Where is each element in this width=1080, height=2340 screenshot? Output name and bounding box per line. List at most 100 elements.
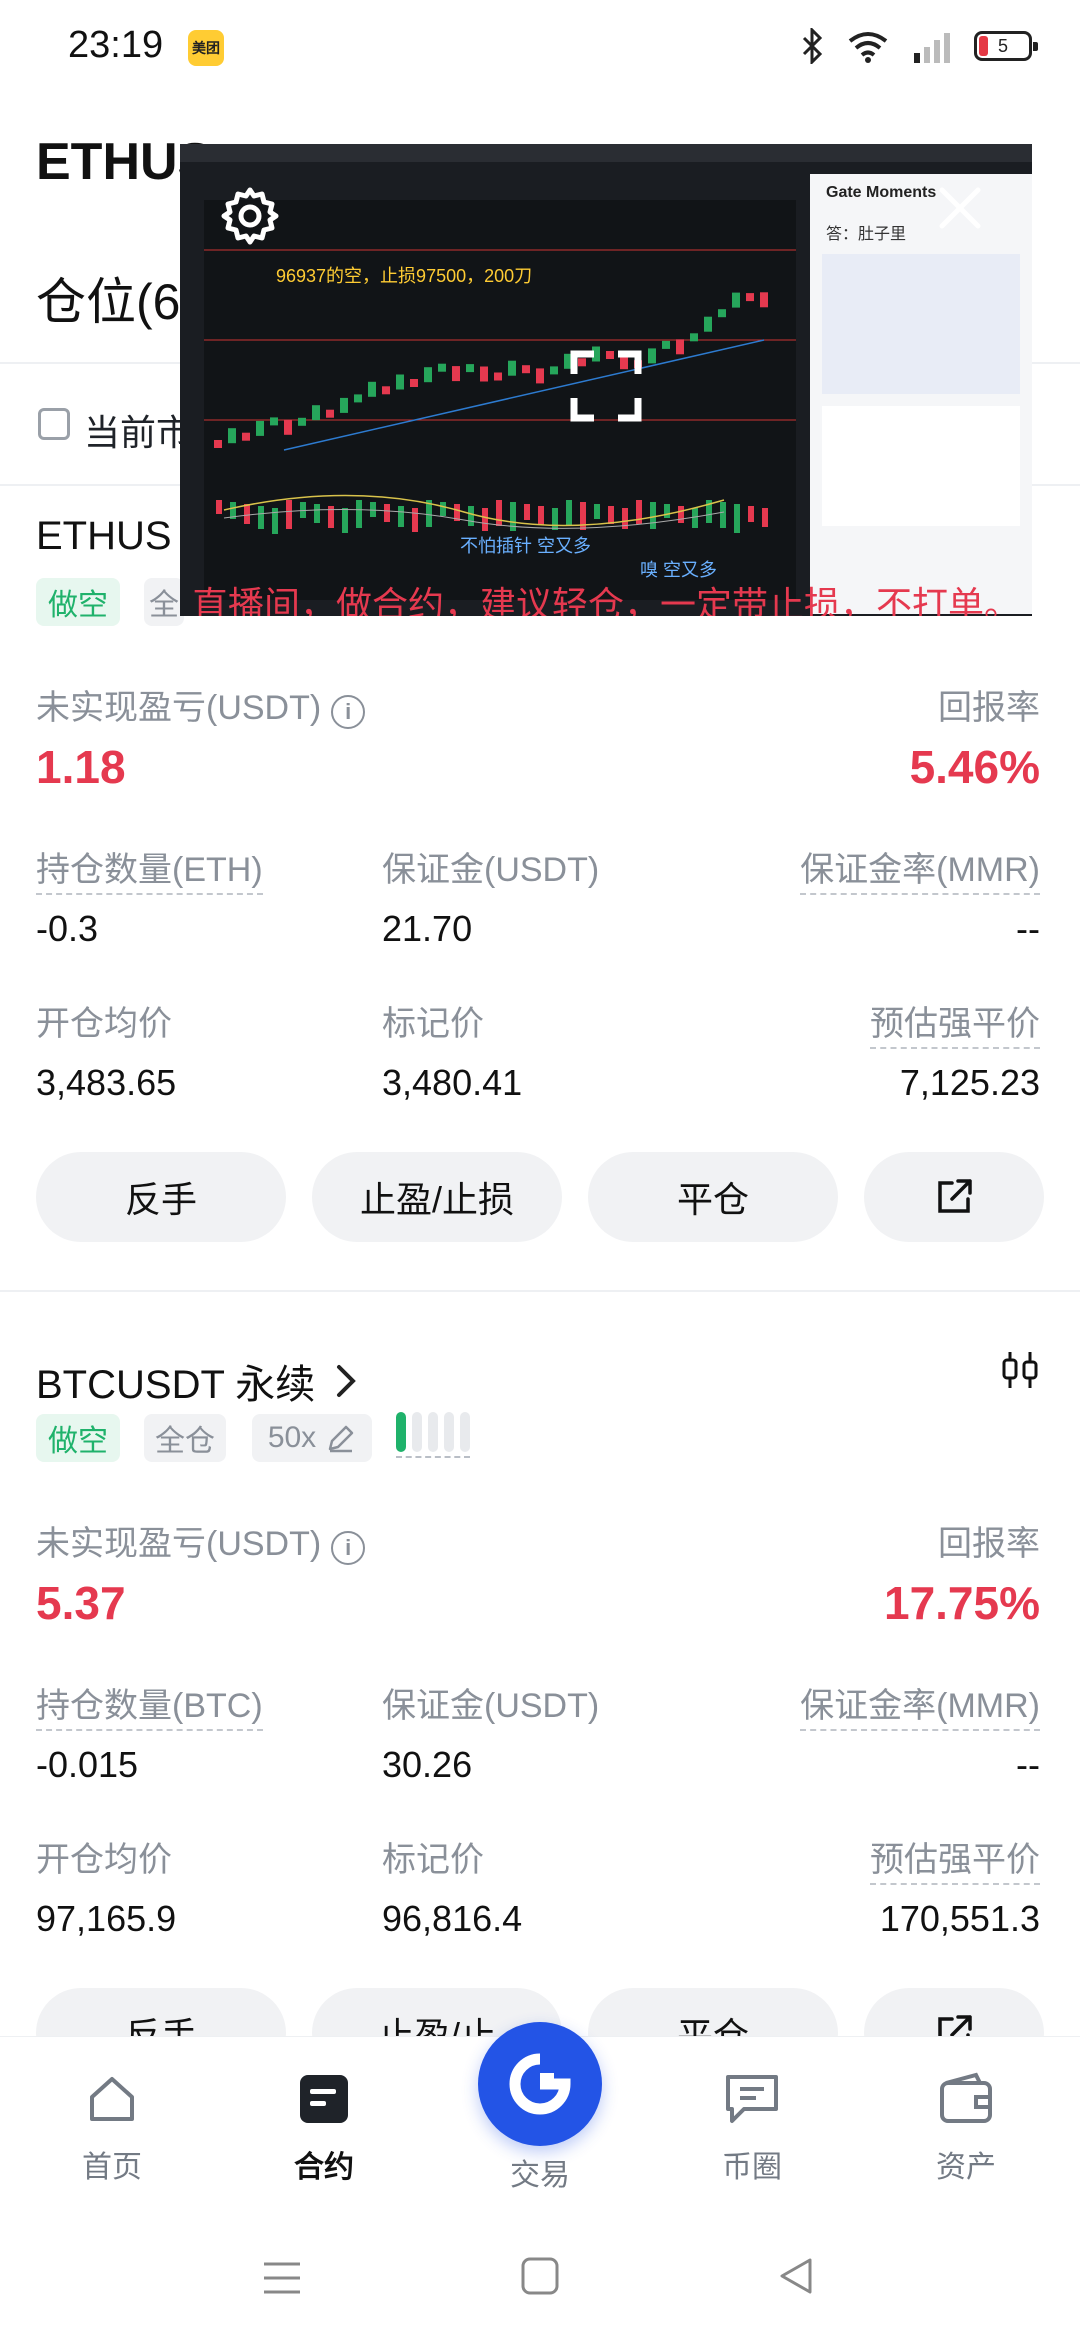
liq-price-label[interactable]: 预估强平价 bbox=[870, 1832, 1040, 1885]
pip-candle bbox=[396, 374, 404, 390]
mmr-value: -- bbox=[1016, 908, 1040, 949]
pip-subtitle: 直播间，做合约，建议轻仓，一定带止损，不打单。 bbox=[191, 584, 1020, 616]
close-icon[interactable] bbox=[936, 184, 984, 232]
pip-candle bbox=[466, 364, 474, 373]
signal-icon bbox=[914, 33, 950, 63]
pip-chart-note: 96937的空，止损97500，200刀 bbox=[276, 266, 533, 286]
gear-icon[interactable] bbox=[218, 184, 282, 248]
pip-side-list bbox=[822, 254, 1020, 394]
unrealized-pnl-label: 未实现盈亏(USDT) i bbox=[36, 680, 366, 729]
positions-tab[interactable]: 仓位(6 bbox=[36, 262, 180, 334]
entry-price-label: 开仓均价 bbox=[36, 1005, 172, 1043]
qty-label[interactable]: 持仓数量(BTC) bbox=[36, 1678, 263, 1731]
liq-price-label[interactable]: 预估强平价 bbox=[870, 996, 1040, 1049]
status-time: 23:19 bbox=[68, 24, 164, 66]
nav-assets[interactable]: 资产 bbox=[906, 2071, 1026, 2186]
pip-candle bbox=[480, 366, 488, 382]
side-tag: 做空 bbox=[36, 1414, 120, 1462]
mmr-label[interactable]: 保证金率(MMR) bbox=[800, 1678, 1040, 1731]
tp-sl-button[interactable]: 止盈/止损 bbox=[312, 1152, 562, 1242]
leverage-tag[interactable]: 50x bbox=[252, 1414, 372, 1462]
margin-label: 保证金(USDT) bbox=[382, 851, 600, 889]
leverage-risk-indicator[interactable] bbox=[396, 1412, 470, 1458]
pip-volume-bar bbox=[482, 508, 488, 531]
contracts-icon bbox=[300, 2075, 348, 2123]
pip-volume-bar bbox=[468, 506, 474, 526]
pip-candle bbox=[760, 292, 768, 308]
pip-candle bbox=[746, 293, 754, 302]
fullscreen-icon[interactable] bbox=[570, 350, 642, 422]
pip-candle bbox=[662, 340, 670, 349]
pip-volume-bar bbox=[748, 506, 754, 522]
leverage-value: 50x bbox=[267, 1421, 317, 1454]
roe-label: 回报率 bbox=[938, 1525, 1040, 1563]
kline-icon[interactable] bbox=[998, 1348, 1042, 1392]
pip-candle bbox=[354, 394, 362, 403]
pip-candle bbox=[690, 333, 698, 342]
nav-community[interactable]: 币圈 bbox=[692, 2071, 812, 2186]
pip-video-overlay[interactable]: Gate Moments 答：肚子里 96937的空，止损97500，200刀 … bbox=[180, 144, 1032, 616]
pip-candle bbox=[382, 386, 390, 395]
pip-candle bbox=[340, 397, 348, 413]
qty-label[interactable]: 持仓数量(ETH) bbox=[36, 842, 263, 895]
mark-price-label: 标记价 bbox=[382, 1841, 484, 1879]
pip-candle bbox=[368, 381, 376, 397]
reverse-button[interactable]: 反手 bbox=[36, 1152, 286, 1242]
mmr-value: -- bbox=[1016, 1744, 1040, 1785]
trade-button[interactable] bbox=[478, 2022, 602, 2146]
nav-home[interactable]: 首页 bbox=[52, 2071, 172, 2186]
pip-volume-bar bbox=[370, 502, 376, 517]
margin-value: 21.70 bbox=[382, 908, 473, 949]
pip-volume-bar bbox=[398, 506, 404, 527]
pip-candle bbox=[508, 360, 516, 376]
pip-candle bbox=[284, 419, 292, 435]
nav-home-label: 首页 bbox=[82, 2151, 142, 2184]
pip-candle bbox=[522, 365, 530, 374]
pip-volume-bar bbox=[678, 506, 684, 523]
position-card-eth: ETHUS bbox=[36, 514, 172, 559]
leverage-risk-bars bbox=[396, 1412, 470, 1458]
close-position-button[interactable]: 平仓 bbox=[588, 1152, 838, 1242]
liq-price-value: 170,551.3 bbox=[879, 1898, 1040, 1939]
pip-candle bbox=[242, 432, 250, 441]
edit-icon bbox=[328, 1425, 354, 1453]
back-icon[interactable] bbox=[776, 2256, 816, 2296]
battery-level: 5 bbox=[997, 35, 1008, 56]
nav-contracts[interactable]: 合约 bbox=[264, 2071, 384, 2186]
pip-volume-bar bbox=[524, 504, 530, 520]
pip-candle bbox=[704, 316, 712, 332]
pip-side-sub: 答：肚子里 bbox=[826, 226, 907, 243]
mmr-label[interactable]: 保证金率(MMR) bbox=[800, 842, 1040, 895]
pip-candle bbox=[410, 379, 418, 387]
info-icon[interactable]: i bbox=[331, 695, 366, 729]
roe-value: 5.46% bbox=[909, 741, 1040, 793]
pip-volume-bar bbox=[342, 508, 348, 533]
margin-label: 保证金(USDT) bbox=[382, 1687, 600, 1725]
unrealized-pnl-value: 5.37 bbox=[36, 1577, 126, 1629]
share-button[interactable] bbox=[864, 1152, 1044, 1242]
menu-icon[interactable] bbox=[262, 2260, 302, 2296]
pip-candle bbox=[438, 363, 446, 372]
position-symbol[interactable]: ETHUS bbox=[36, 514, 172, 559]
meituan-app-icon: 美团 bbox=[188, 30, 224, 66]
entry-price-value: 97,165.9 bbox=[36, 1898, 177, 1939]
pip-candle bbox=[718, 309, 726, 318]
side-tag: 做空 bbox=[36, 578, 120, 626]
battery-indicator: 5 bbox=[974, 31, 1038, 61]
home-square-icon[interactable] bbox=[520, 2256, 560, 2296]
pip-candle bbox=[270, 417, 278, 426]
pip-browser-bar bbox=[180, 144, 1032, 162]
pip-caption: 不怕插针 空又多 bbox=[460, 536, 592, 556]
current-market-checkbox[interactable] bbox=[38, 408, 70, 440]
card-divider bbox=[0, 1290, 1080, 1292]
chat-icon bbox=[726, 2075, 778, 2123]
pip-volume-bar bbox=[566, 500, 572, 525]
info-icon[interactable]: i bbox=[331, 1531, 366, 1565]
pip-volume-bar bbox=[356, 500, 362, 528]
roe-value: 17.75% bbox=[883, 1577, 1040, 1629]
leverage-bar bbox=[444, 1412, 454, 1452]
position-header-btc[interactable]: BTCUSDT 永续 bbox=[36, 1352, 357, 1410]
share-icon bbox=[938, 1179, 972, 1213]
pip-volume-bar bbox=[734, 504, 740, 533]
qty-value: -0.015 bbox=[36, 1744, 139, 1785]
